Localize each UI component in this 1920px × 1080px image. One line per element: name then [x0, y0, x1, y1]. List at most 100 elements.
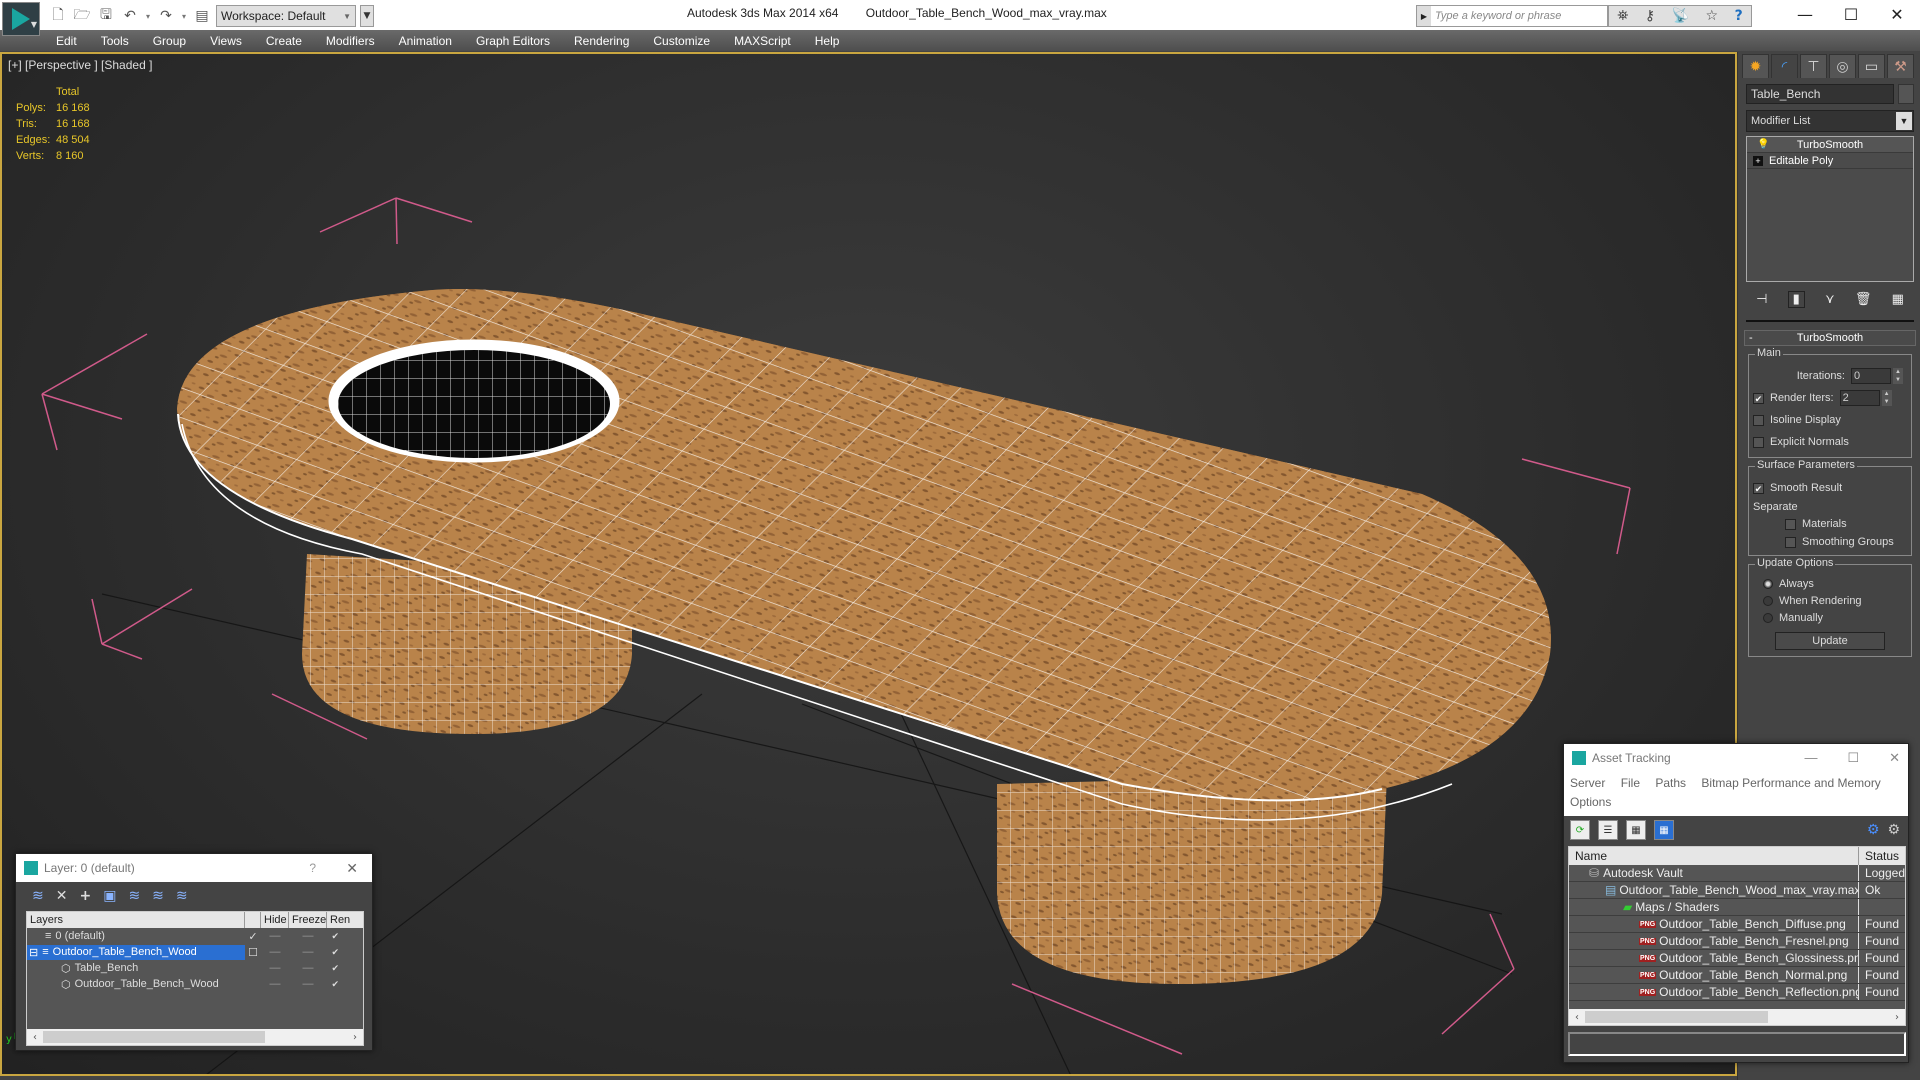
asset-row[interactable]: ▤ Outdoor_Table_Bench_Wood_max_vray.max O… — [1569, 882, 1905, 899]
column-header-hide[interactable]: Hide — [261, 912, 289, 928]
vault-logout-icon[interactable]: ⚙ — [1887, 822, 1900, 838]
scroll-right-icon[interactable]: › — [1889, 1012, 1905, 1023]
column-header-freeze[interactable]: Freeze — [289, 912, 327, 928]
scroll-left-icon[interactable]: ‹ — [27, 1032, 43, 1043]
menu-graph-editors[interactable]: Graph Editors — [476, 34, 550, 48]
column-header-status[interactable]: Status — [1859, 847, 1899, 865]
iterations-spinner[interactable]: 0 — [1851, 368, 1891, 384]
asset-row[interactable]: PNG Outdoor_Table_Bench_Diffuse.png Found — [1569, 916, 1905, 933]
select-objects-icon[interactable]: ▣ — [103, 888, 116, 904]
app-menu-button[interactable]: ▼ — [2, 2, 40, 36]
make-unique-icon[interactable]: ⋎ — [1825, 292, 1835, 307]
expand-icon[interactable]: + — [1753, 155, 1763, 166]
object-row[interactable]: ⬡ Table_Bench — — ✔ — [27, 960, 363, 976]
current-layer-checkmark[interactable]: ✓ — [245, 930, 261, 943]
collapse-icon[interactable]: ⊟ — [29, 946, 38, 959]
scrollbar-thumb[interactable] — [43, 1031, 265, 1043]
close-button[interactable]: ✕ — [1874, 0, 1920, 28]
remove-modifier-icon[interactable]: 🗑 — [1855, 292, 1872, 307]
asset-row[interactable]: PNG Outdoor_Table_Bench_Normal.png Found — [1569, 967, 1905, 984]
smoothing-groups-checkbox[interactable] — [1785, 536, 1796, 548]
expand-arrow-icon[interactable]: ▶ — [1417, 6, 1431, 26]
scrollbar-thumb[interactable] — [1585, 1011, 1768, 1023]
viewport-label[interactable]: [+] [Perspective ] [Shaded ] — [8, 58, 152, 72]
menu-customize[interactable]: Customize — [653, 34, 710, 48]
layer-row[interactable]: ⊟ ≡ Outdoor_Table_Bench_Wood ☐ — — ✔ — [27, 944, 363, 960]
render-toggle[interactable]: ✔ — [327, 979, 339, 990]
display-tab-icon[interactable]: ▭ — [1858, 54, 1885, 78]
close-button[interactable]: ✕ — [346, 860, 358, 877]
project-folder-icon[interactable]: ▤ — [192, 6, 212, 26]
render-iters-checkbox[interactable]: ✔ — [1753, 392, 1764, 404]
asset-row[interactable]: PNG Outdoor_Table_Bench_Fresnel.png Found — [1569, 933, 1905, 950]
spinner-arrows-icon[interactable]: ▲ ▼ — [1893, 368, 1903, 384]
horizontal-scrollbar[interactable]: ‹ › — [27, 1029, 363, 1045]
save-icon[interactable]: 🖫 — [96, 6, 116, 26]
rollout-header[interactable]: - TurboSmooth — [1744, 330, 1916, 346]
search-input[interactable]: ▶ Type a keyword or phrase — [1416, 5, 1608, 27]
layer-row[interactable]: ≡ 0 (default) ✓ — — ✔ — [27, 928, 363, 944]
isoline-display-checkbox[interactable] — [1753, 414, 1764, 426]
add-to-layer-icon[interactable]: + — [79, 888, 91, 904]
explicit-normals-checkbox[interactable] — [1753, 436, 1764, 448]
lightbulb-icon[interactable]: 💡 — [1757, 139, 1769, 150]
satellite-icon[interactable]: 📡 — [1672, 8, 1689, 24]
menu-animation[interactable]: Animation — [399, 34, 452, 48]
column-header-render[interactable]: Ren — [327, 912, 350, 928]
menu-create[interactable]: Create — [266, 34, 302, 48]
close-button[interactable]: ✕ — [1889, 750, 1900, 766]
spinner-arrows-icon[interactable]: ▲ ▼ — [1881, 390, 1892, 406]
object-name-field[interactable]: Table_Bench — [1746, 84, 1894, 104]
render-toggle[interactable]: ✔ — [327, 963, 339, 974]
redo-icon[interactable]: ↷ — [156, 6, 176, 26]
smooth-result-checkbox[interactable]: ✔ — [1753, 482, 1764, 494]
open-file-icon[interactable]: 🗁 — [72, 6, 92, 26]
asset-dialog-titlebar[interactable]: Asset Tracking — ☐ ✕ — [1564, 744, 1908, 772]
redo-dropdown-icon[interactable]: ▾ — [180, 12, 188, 21]
motion-tab-icon[interactable]: ◎ — [1829, 54, 1856, 78]
asset-row[interactable]: PNG Outdoor_Table_Bench_Glossiness.png Fo… — [1569, 950, 1905, 967]
asset-row[interactable]: ⛁ Autodesk Vault Logged — [1569, 865, 1905, 882]
update-button[interactable]: Update — [1775, 632, 1885, 650]
undo-icon[interactable]: ↶ — [120, 6, 140, 26]
create-tab-icon[interactable]: ✹ — [1742, 54, 1769, 78]
update-when-rendering-radio[interactable] — [1763, 595, 1773, 606]
utilities-tab-icon[interactable]: ⚒ — [1887, 54, 1914, 78]
hierarchy-tab-icon[interactable]: ⊤ — [1800, 54, 1827, 78]
horizontal-scrollbar[interactable]: ‹ › — [1569, 1009, 1905, 1025]
help-icon[interactable]: ? — [1735, 8, 1743, 24]
menu-paths[interactable]: Paths — [1655, 776, 1686, 790]
freeze-toggle[interactable]: — — [289, 978, 327, 990]
pin-stack-icon[interactable]: ⊣ — [1756, 292, 1767, 307]
object-row[interactable]: ⬡ Outdoor_Table_Bench_Wood — — ✔ — [27, 976, 363, 992]
menu-modifiers[interactable]: Modifiers — [326, 34, 375, 48]
menu-views[interactable]: Views — [210, 34, 242, 48]
column-header-current[interactable] — [245, 912, 261, 928]
column-header-layers[interactable]: Layers — [27, 912, 245, 928]
hide-all-layers-icon[interactable]: ≋ — [152, 888, 164, 904]
menu-edit[interactable]: Edit — [56, 34, 77, 48]
hide-toggle[interactable]: — — [261, 946, 289, 958]
materials-checkbox[interactable] — [1785, 518, 1796, 530]
freeze-toggle[interactable]: — — [289, 946, 327, 958]
menu-tools[interactable]: Tools — [101, 34, 129, 48]
tree-view-icon[interactable]: ▦ — [1626, 820, 1646, 840]
minimize-button[interactable]: — — [1782, 0, 1828, 28]
menu-maxscript[interactable]: MAXScript — [734, 34, 791, 48]
show-end-result-icon[interactable]: ▮ — [1787, 290, 1805, 308]
freeze-all-layers-icon[interactable]: ≋ — [176, 888, 188, 904]
render-iters-spinner[interactable]: 2 — [1839, 390, 1880, 406]
menu-rendering[interactable]: Rendering — [574, 34, 629, 48]
update-always-radio[interactable] — [1763, 578, 1773, 589]
help-button[interactable]: ? — [309, 861, 316, 875]
menu-server[interactable]: Server — [1570, 776, 1605, 790]
object-color-swatch[interactable] — [1898, 84, 1914, 104]
menu-file[interactable]: File — [1621, 776, 1640, 790]
key-icon[interactable]: ⚷ — [1645, 8, 1655, 24]
hide-toggle[interactable]: — — [261, 930, 289, 942]
hide-toggle[interactable]: — — [261, 962, 289, 974]
table-view-icon[interactable]: ▦ — [1654, 820, 1674, 840]
refresh-icon[interactable]: ⟳ — [1570, 820, 1590, 840]
customize-qat-button[interactable]: ▼ — [360, 5, 374, 27]
freeze-toggle[interactable]: — — [289, 930, 327, 942]
